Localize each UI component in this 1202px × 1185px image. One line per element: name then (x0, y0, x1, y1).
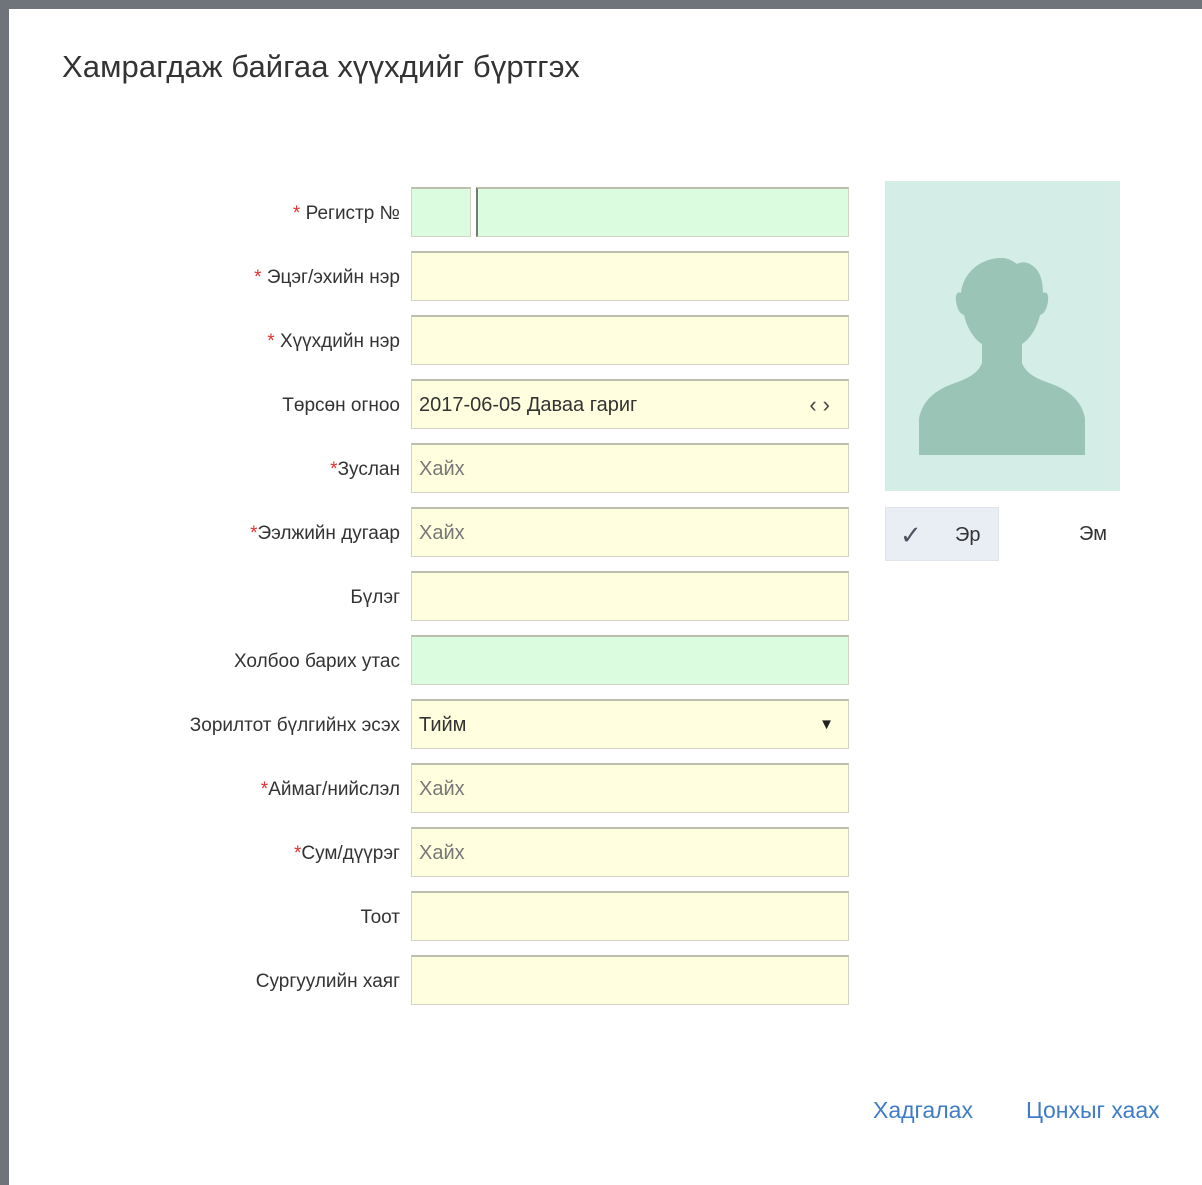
team-input[interactable] (411, 571, 849, 621)
photo-upload[interactable] (885, 181, 1120, 491)
school-address-input[interactable] (411, 955, 849, 1005)
register-label: * Регистр № (292, 203, 400, 224)
window-frame-left (0, 0, 9, 1185)
dropdown-arrow-icon: ▼ (819, 716, 834, 733)
form-row-team: Бүлэг (9, 571, 869, 625)
door-no-input[interactable] (411, 891, 849, 941)
form-row-district: *Сум/дүүрэг Хайх (9, 827, 869, 881)
close-window-button[interactable]: Цонхыг хаах (1026, 1097, 1160, 1124)
form-row-birth-date: Төрсөн огноо 2017-06-05 Даваа гариг ‹› (9, 379, 869, 433)
register-child-dialog: Хамрагдаж байгаа хүүхдийг бүртгэх * Реги… (9, 9, 1202, 1185)
door-no-label: Тоот (360, 907, 400, 928)
province-label: *Аймаг/нийслэл (260, 779, 400, 800)
required-marker: * (330, 459, 338, 480)
required-marker: * (267, 331, 280, 352)
form-row-province: *Аймаг/нийслэл Хайх (9, 763, 869, 817)
date-nav: ‹› (809, 381, 836, 428)
register-number-input[interactable] (476, 187, 849, 237)
target-group-value: Тийм (419, 714, 467, 736)
phone-label: Холбоо барих утас (233, 651, 400, 672)
turn-number-search-input[interactable]: Хайх (411, 507, 849, 557)
form-row-door-no: Тоот (9, 891, 869, 945)
district-label: *Сум/дүүрэг (293, 843, 400, 864)
dialog-title: Хамрагдаж байгаа хүүхдийг бүртгэх (62, 49, 580, 84)
person-silhouette-icon (919, 258, 1085, 455)
group-name-search-input[interactable]: Хайх (411, 443, 849, 493)
search-placeholder: Хайх (419, 842, 465, 864)
form-row-group-name: *Зуслан Хайх (9, 443, 869, 497)
school-address-label: Сургуулийн хаяг (255, 971, 400, 992)
district-search-input[interactable]: Хайх (411, 827, 849, 877)
form-row-child-name: * Хүүхдийн нэр (9, 315, 869, 369)
phone-input[interactable] (411, 635, 849, 685)
check-icon: ✓ (900, 520, 922, 550)
form-row-target-group: Зорилтот бүлгийнх эсэх Тийм ▼ (9, 699, 869, 753)
team-label: Бүлэг (350, 587, 400, 608)
form-row-phone: Холбоо барих утас (9, 635, 869, 689)
gender-female-button[interactable]: Эм (1043, 507, 1143, 561)
child-name-input[interactable] (411, 315, 849, 365)
search-placeholder: Хайх (419, 458, 465, 480)
required-marker: * (292, 203, 306, 224)
gender-male-label: Эр (955, 524, 981, 546)
save-button[interactable]: Хадгалах (873, 1097, 973, 1124)
province-search-input[interactable]: Хайх (411, 763, 849, 813)
gender-male-button[interactable]: ✓ Эр (885, 507, 999, 561)
birth-date-label: Төрсөн огноо (282, 395, 400, 416)
child-name-label: * Хүүхдийн нэр (267, 331, 400, 352)
required-marker: * (254, 267, 267, 288)
form-row-turn-number: *Ээлжийн дугаар Хайх (9, 507, 869, 561)
form-row-school-address: Сургуулийн хаяг (9, 955, 869, 1009)
form-row-register: * Регистр № (9, 187, 869, 241)
turn-number-label: *Ээлжийн дугаар (250, 523, 400, 544)
search-placeholder: Хайх (419, 778, 465, 800)
next-date-icon[interactable]: › (823, 392, 836, 417)
parent-name-input[interactable] (411, 251, 849, 301)
form-row-parent-name: * Эцэг/эхийн нэр (9, 251, 869, 305)
target-group-label: Зорилтот бүлгийнх эсэх (189, 715, 400, 736)
parent-name-label: * Эцэг/эхийн нэр (254, 267, 400, 288)
group-name-label: *Зуслан (330, 459, 400, 480)
prev-date-icon[interactable]: ‹ (809, 392, 822, 417)
window-frame-top (0, 0, 1202, 9)
birth-date-picker[interactable]: 2017-06-05 Даваа гариг ‹› (411, 379, 849, 429)
target-group-select[interactable]: Тийм ▼ (411, 699, 849, 749)
search-placeholder: Хайх (419, 522, 465, 544)
birth-date-value: 2017-06-05 Даваа гариг (419, 394, 638, 416)
register-letters-input[interactable] (411, 187, 471, 237)
